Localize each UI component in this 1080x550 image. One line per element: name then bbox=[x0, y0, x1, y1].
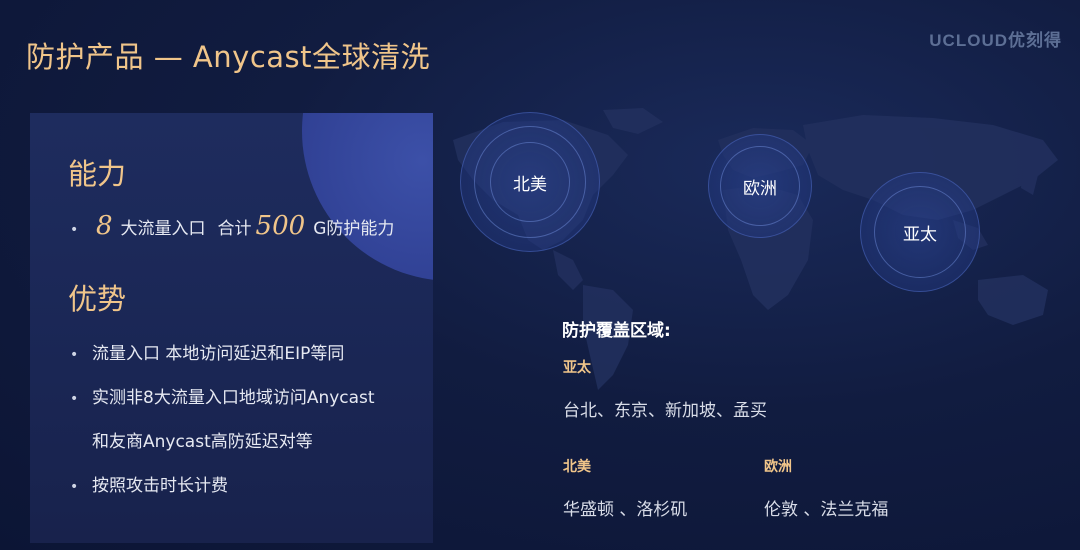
region-north-america: 北美 bbox=[460, 112, 600, 252]
coverage-eu-cities: 伦敦 、法兰克福 bbox=[764, 500, 889, 520]
company-logo: UCLOUD优刻得 bbox=[929, 31, 1062, 50]
region-label: 北美 bbox=[513, 174, 547, 195]
page-title: 防护产品 — Anycast全球清洗 bbox=[26, 40, 431, 74]
capability-heading: 能力 bbox=[68, 157, 127, 191]
advantage-item: • 实测非8大流量入口地域访问Anycast bbox=[70, 383, 375, 408]
advantage-item: • 流量入口 本地访问延迟和EIP等同 bbox=[70, 339, 344, 364]
coverage-na-cities: 华盛顿 、洛杉矶 bbox=[563, 500, 688, 520]
region-label: 亚太 bbox=[903, 224, 937, 245]
coverage-title: 防护覆盖区域: bbox=[562, 321, 671, 341]
region-label: 欧洲 bbox=[743, 178, 777, 199]
advantage-text: 实测非8大流量入口地域访问Anycast bbox=[92, 388, 375, 408]
coverage-apac-cities: 台北、东京、新加坡、孟买 bbox=[563, 401, 767, 421]
advantage-text: 按照攻击时长计费 bbox=[92, 476, 228, 496]
capability-item: • 8 大流量入口 合计 500 G防护能力 bbox=[70, 211, 394, 241]
advantage-text-continued: 和友商Anycast高防延迟对等 bbox=[92, 432, 313, 452]
bullet-dot-icon: • bbox=[70, 222, 79, 238]
bullet-dot-icon: • bbox=[70, 391, 79, 407]
capability-text-2: 合计 bbox=[217, 219, 252, 239]
coverage-na-label: 北美 bbox=[563, 459, 591, 475]
coverage-apac-label: 亚太 bbox=[563, 360, 591, 376]
decorative-circle bbox=[302, 113, 433, 281]
info-panel: 能力 • 8 大流量入口 合计 500 G防护能力 优势 • 流量入口 本地访问… bbox=[30, 113, 433, 543]
advantage-heading: 优势 bbox=[68, 282, 127, 316]
world-map: 北美 欧洲 亚太 bbox=[433, 100, 1080, 400]
capacity-value: 500 bbox=[255, 211, 306, 241]
advantage-item: • 按照攻击时长计费 bbox=[70, 471, 228, 496]
bullet-dot-icon: • bbox=[70, 479, 79, 495]
capability-text-1: 大流量入口 bbox=[120, 219, 206, 239]
capability-text-3: G防护能力 bbox=[313, 219, 395, 239]
advantage-text: 流量入口 本地访问延迟和EIP等同 bbox=[92, 344, 345, 364]
bullet-dot-icon: • bbox=[70, 347, 79, 363]
entry-count: 8 bbox=[96, 211, 113, 241]
coverage-eu-label: 欧洲 bbox=[764, 459, 792, 475]
region-asia-pacific: 亚太 bbox=[860, 172, 980, 292]
region-europe: 欧洲 bbox=[708, 134, 812, 238]
